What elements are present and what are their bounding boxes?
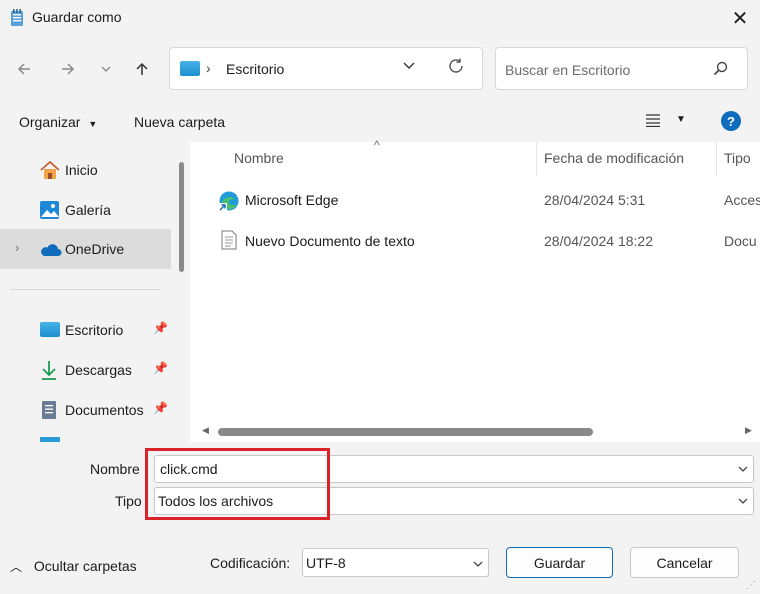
sidebar-item-label: Inicio: [65, 162, 98, 178]
arrow-left-icon: [17, 63, 30, 75]
sidebar-item-inicio[interactable]: Inicio: [0, 150, 171, 190]
filetype-dropdown-button[interactable]: [737, 495, 749, 510]
file-date: 28/04/2024 5:31: [544, 192, 646, 208]
documents-icon: [42, 401, 56, 419]
sidebar-item-galeria[interactable]: Galería: [0, 190, 171, 230]
desktop-folder-icon: [40, 322, 60, 337]
filetype-label: Tipo: [115, 493, 142, 509]
refresh-button[interactable]: [447, 57, 465, 80]
help-button[interactable]: ?: [721, 111, 741, 131]
sidebar-scrollbar[interactable]: [179, 162, 184, 272]
cancel-button[interactable]: Cancelar: [630, 547, 739, 578]
encoding-label: Codificación:: [210, 555, 291, 571]
gallery-icon: [40, 201, 59, 219]
notepad-icon: [11, 9, 23, 26]
sidebar-item-label: Galería: [65, 202, 111, 218]
sidebar-item-label: Escritorio: [65, 322, 124, 338]
column-divider[interactable]: [716, 142, 717, 176]
hide-folders-label: Ocultar carpetas: [33, 558, 137, 574]
sidebar-item-documentos[interactable]: Documentos 📌: [0, 390, 171, 430]
chevron-right-icon[interactable]: ›: [15, 240, 19, 255]
search-input[interactable]: Buscar en Escritorio: [505, 62, 630, 78]
column-header-type[interactable]: Tipo: [724, 150, 751, 166]
file-type: Acces: [724, 192, 760, 208]
view-dropdown-button[interactable]: ▼: [676, 114, 686, 125]
new-folder-button[interactable]: Nueva carpeta: [134, 114, 225, 130]
sidebar-item-label: Documentos: [65, 402, 144, 418]
table-row[interactable]: Nuevo Documento de texto 28/04/2024 18:2…: [196, 222, 760, 260]
text-file-icon: [221, 230, 237, 250]
list-view-icon: [646, 114, 660, 128]
chevron-down-icon: [403, 62, 415, 69]
breadcrumb-current[interactable]: Escritorio: [226, 61, 284, 77]
sidebar-item-escritorio[interactable]: Escritorio 📌: [0, 310, 171, 350]
column-header-date[interactable]: Fecha de modificación: [544, 150, 684, 166]
sidebar-divider: [10, 289, 161, 290]
scroll-right-icon[interactable]: ▶: [745, 425, 752, 436]
save-button[interactable]: Guardar: [506, 547, 613, 578]
sidebar-item-descargas[interactable]: Descargas 📌: [0, 350, 171, 390]
home-icon: [40, 160, 60, 179]
close-icon: ✕: [731, 7, 749, 30]
sidebar-item-onedrive[interactable]: › OneDrive: [0, 229, 171, 269]
back-button[interactable]: [9, 52, 39, 86]
search-icon[interactable]: [712, 60, 730, 78]
column-divider[interactable]: [536, 142, 537, 176]
file-date: 28/04/2024 18:22: [544, 233, 653, 249]
pin-icon: 📌: [153, 361, 168, 375]
address-bar[interactable]: [169, 47, 483, 90]
filename-label: Nombre: [90, 461, 140, 477]
chevron-up-icon: ︿: [10, 560, 23, 574]
encoding-value: UTF-8: [306, 555, 346, 571]
column-header-name[interactable]: Nombre: [234, 150, 284, 166]
breadcrumb-chevron-icon[interactable]: ›: [206, 60, 211, 76]
close-button[interactable]: ✕: [726, 4, 754, 32]
scrollbar-thumb[interactable]: [218, 428, 593, 436]
hide-folders-button[interactable]: ︿ Ocultar carpetas: [10, 558, 137, 575]
filename-dropdown-button[interactable]: [737, 463, 749, 478]
scroll-left-icon[interactable]: ◀: [202, 425, 209, 436]
organize-label: Organizar: [19, 114, 81, 130]
highlight-annotation-box: [145, 448, 330, 520]
file-name: Nuevo Documento de texto: [245, 233, 415, 249]
file-name: Microsoft Edge: [245, 192, 339, 208]
arrow-right-icon: [62, 63, 75, 75]
sidebar-item-label: Descargas: [65, 362, 132, 378]
chevron-down-icon: [738, 466, 748, 472]
sort-ascending-icon: ^: [374, 138, 380, 152]
encoding-dropdown-button[interactable]: [472, 557, 484, 573]
view-options-button[interactable]: [645, 113, 661, 132]
download-icon: [42, 361, 56, 380]
file-type: Docu: [724, 233, 757, 249]
pin-icon: 📌: [153, 401, 168, 415]
refresh-icon: [449, 58, 463, 73]
address-dropdown-button[interactable]: [402, 58, 416, 75]
window-title: Guardar como: [32, 9, 122, 25]
edge-shortcut-icon: [218, 191, 239, 212]
up-button[interactable]: [127, 52, 157, 86]
onedrive-icon: [41, 244, 62, 256]
caret-down-icon: ▼: [676, 114, 686, 125]
recent-locations-button[interactable]: [91, 52, 121, 86]
resize-grip-icon[interactable]: ⋰: [746, 580, 756, 591]
desktop-folder-icon: [180, 61, 200, 76]
sidebar-item-label: OneDrive: [65, 241, 125, 257]
help-icon: ?: [727, 113, 735, 129]
forward-button[interactable]: [53, 52, 83, 86]
pin-icon: 📌: [153, 321, 168, 335]
chevron-down-icon: [738, 498, 748, 504]
table-row[interactable]: Microsoft Edge 28/04/2024 5:31 Acces: [196, 181, 760, 219]
chevron-down-icon: [473, 561, 483, 567]
organize-button[interactable]: Organizar ▼: [19, 114, 97, 130]
chevron-down-icon: [101, 66, 111, 72]
caret-down-icon: ▼: [88, 119, 98, 129]
arrow-up-icon: [136, 62, 148, 75]
